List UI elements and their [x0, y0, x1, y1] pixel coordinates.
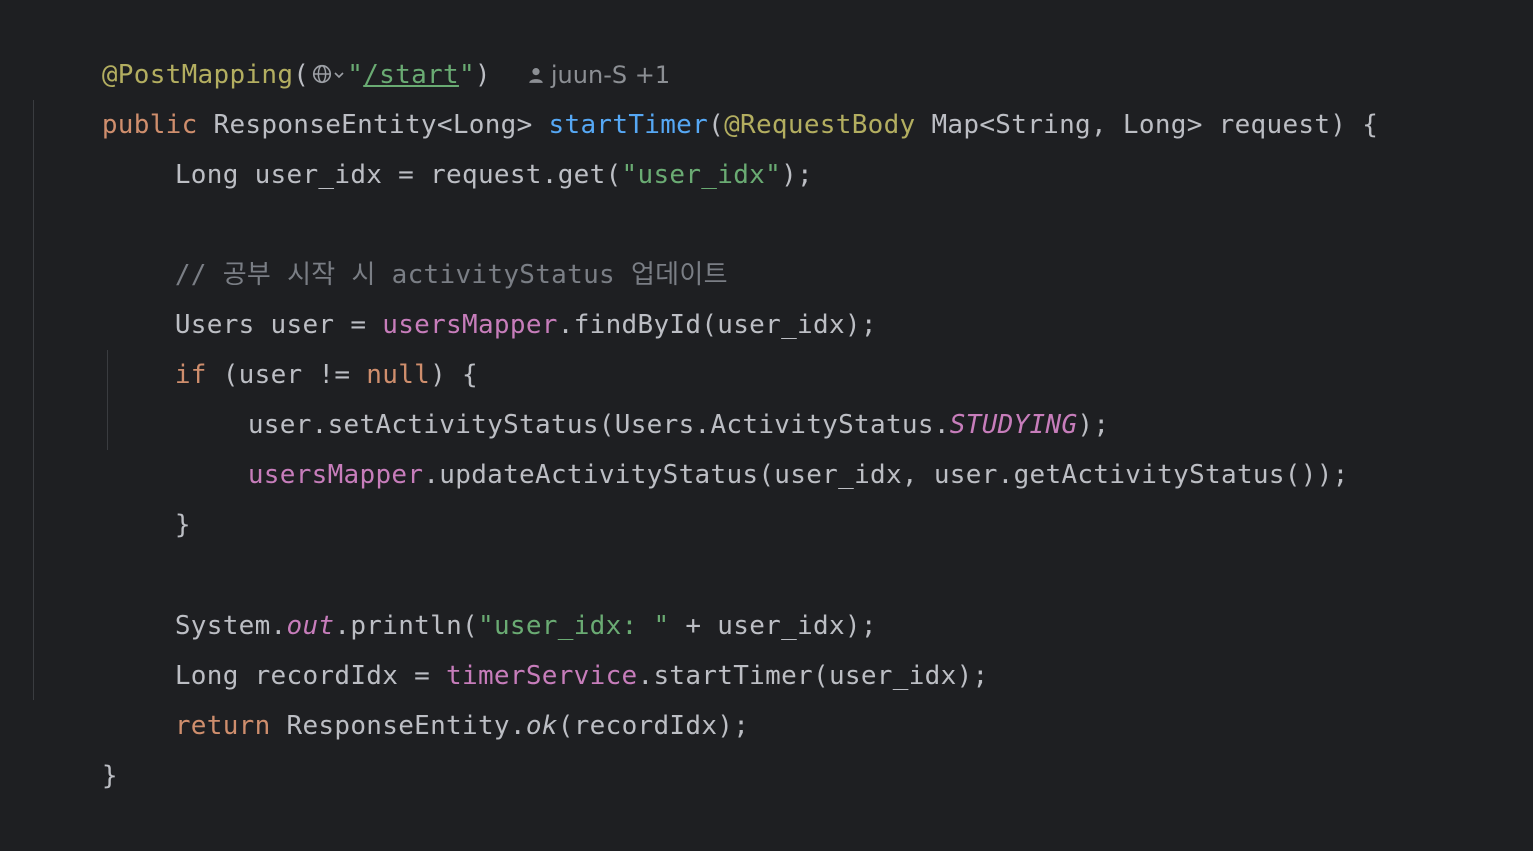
code-line-15[interactable]: } [38, 701, 118, 791]
code-line-5[interactable]: // 공부 시작 시 activityStatus 업데이트 [111, 200, 728, 290]
code-line-1[interactable]: @PostMapping("/start") juun-S +1 [38, 0, 670, 90]
code-line-9[interactable]: usersMapper.updateActivityStatus(user_id… [184, 400, 1349, 490]
code-line-6[interactable]: Users user = usersMapper.findById(user_i… [111, 250, 877, 340]
code-line-13[interactable]: Long recordIdx = timerService.startTimer… [111, 601, 988, 691]
code-line-2[interactable]: public ResponseEntity<Long> startTimer(@… [38, 50, 1378, 140]
code-line-8[interactable]: user.setActivityStatus(Users.ActivitySta… [184, 350, 1109, 440]
indent-guide-if [107, 350, 108, 450]
field-usersMapper[interactable]: usersMapper [248, 460, 424, 490]
code-line-10[interactable]: } [111, 450, 191, 540]
code-line-3[interactable]: Long user_idx = request.get("user_idx"); [111, 100, 813, 190]
indent-guide-method [33, 100, 34, 700]
code-line-12[interactable]: System.out.println("user_idx: " + user_i… [111, 551, 877, 641]
code-line-14[interactable]: return ResponseEntity.ok(recordIdx); [111, 651, 749, 741]
code-editor[interactable]: @PostMapping("/start") juun-S +1 public R… [0, 0, 1533, 791]
keyword-return: return [174, 711, 271, 741]
static-method-ok[interactable]: ok [526, 711, 558, 741]
string-literal: "user_idx" [621, 160, 782, 190]
code-line-7[interactable]: if (user != null) { [111, 300, 478, 390]
